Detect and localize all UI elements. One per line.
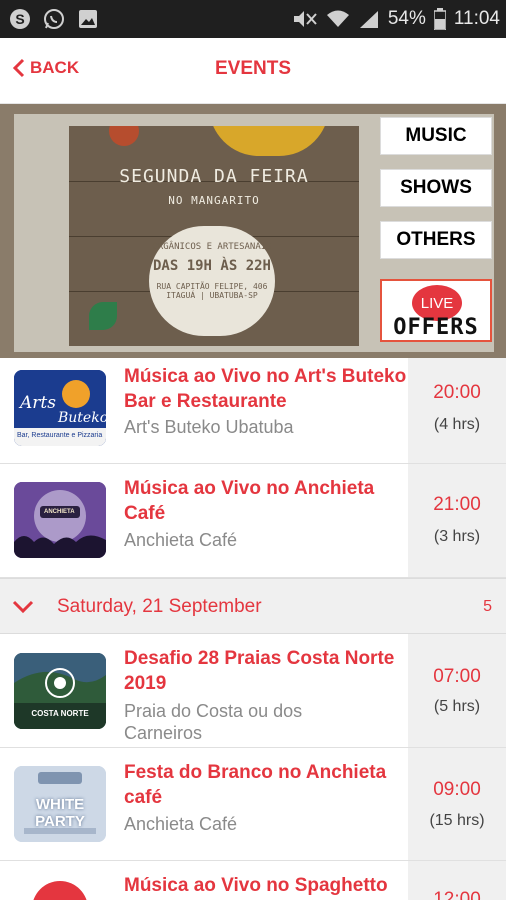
event-title: Música ao Vivo no Anchieta Café [124, 478, 375, 524]
event-row[interactable]: WHITE PARTY Festa do Branco no Anchieta … [0, 748, 506, 861]
event-duration: (4 hrs) [433, 416, 481, 433]
leaf-logo-icon [89, 302, 117, 330]
event-thumbnail: COSTA NORTE [14, 653, 106, 729]
event-title: Desafio 28 Praias Costa Norte 2019 [124, 648, 395, 694]
whatsapp-icon [42, 7, 66, 31]
svg-text:S: S [15, 11, 24, 27]
event-row[interactable]: COSTA NORTE Desafio 28 Praias Costa Nort… [0, 634, 506, 748]
event-thumbnail: WHITE PARTY [14, 766, 106, 842]
event-venue: Praia do Costa ou dos Carneiros [124, 701, 303, 743]
date-label: Saturday, 21 September [57, 596, 262, 617]
event-title: Música ao Vivo no Art's Buteko Bar e Res… [124, 366, 407, 412]
thumb-caption: Bar, Restaurante e Pizzaria [17, 432, 103, 439]
app-header: BACK EVENTS [0, 38, 506, 104]
event-row[interactable]: ANCHIETA Música ao Vivo no Anchieta Café… [0, 464, 506, 578]
sunflower-decoration [209, 126, 329, 156]
svg-text:Buteko: Buteko [57, 410, 106, 426]
battery-icon [433, 8, 446, 30]
event-venue: Anchieta Café [124, 814, 238, 834]
event-time: 21:00 [433, 494, 481, 515]
event-thumbnail: Arts Buteko Bar, Restaurante e Pizzaria [14, 370, 106, 446]
back-label: BACK [30, 58, 80, 77]
poster-subtitle: NO MANGARITO [168, 194, 260, 207]
event-time: 20:00 [433, 382, 481, 403]
event-duration: (5 hrs) [433, 698, 481, 715]
thumb-caption: WHITE PARTY [35, 796, 85, 830]
mute-icon [292, 8, 318, 30]
chevron-left-icon [12, 58, 25, 78]
event-time-column: 09:00 (15 hrs) [408, 748, 506, 860]
event-thumbnail [32, 881, 88, 900]
flower-decoration [109, 126, 139, 146]
thumb-caption: ANCHIETA [44, 509, 75, 515]
wifi-icon [326, 9, 350, 29]
battery-percent: 54% [387, 8, 426, 29]
event-time: 09:00 [433, 779, 481, 800]
poster-info-line1: ORGÂNICOS E ARTESANAIS [152, 242, 272, 252]
event-time-column: 21:00 (3 hrs) [408, 464, 506, 577]
svg-text:Arts: Arts [18, 393, 56, 413]
others-category-button[interactable]: OTHERS [380, 221, 492, 259]
skype-icon: S [8, 7, 32, 31]
event-row[interactable]: Arts Buteko Bar, Restaurante e Pizzaria … [0, 358, 506, 464]
event-time: 07:00 [433, 666, 481, 687]
event-time-column: 20:00 (4 hrs) [408, 358, 506, 463]
event-duration: (15 hrs) [429, 812, 485, 829]
event-time: 12:00 [433, 889, 481, 900]
event-row[interactable]: Música ao Vivo no Spaghetto 12:00 [0, 861, 506, 900]
gallery-icon [76, 7, 100, 31]
poster-info-circle: ORGÂNICOS E ARTESANAIS DAS 19H ÀS 22H RU… [149, 226, 275, 336]
event-thumbnail: ANCHIETA [14, 482, 106, 558]
poster-info-hours: DAS 19H ÀS 22H [152, 258, 271, 274]
event-duration: (3 hrs) [433, 528, 481, 545]
status-bar: S 54% 11:04 [0, 0, 506, 38]
thumb-caption: COSTA NORTE [31, 709, 89, 718]
shows-category-button[interactable]: SHOWS [380, 169, 492, 207]
clock: 11:04 [453, 8, 500, 29]
poster-title: SEGUNDA DA FEIRA [119, 166, 309, 187]
back-button[interactable]: BACK [12, 58, 79, 78]
date-group-header[interactable]: Saturday, 21 September 5 [0, 578, 506, 634]
event-venue: Anchieta Café [124, 530, 238, 550]
event-count-badge: 5 [483, 598, 492, 615]
event-banner: SEGUNDA DA FEIRA NO MANGARITO ORGÂNICOS … [0, 104, 506, 358]
event-title: Festa do Branco no Anchieta café [124, 762, 387, 808]
event-time-column: 12:00 [408, 861, 506, 900]
offers-label: OFFERS [393, 315, 479, 340]
chevron-down-icon [12, 600, 34, 614]
event-title: Música ao Vivo no Spaghetto [124, 875, 388, 896]
event-time-column: 07:00 (5 hrs) [408, 634, 506, 747]
signal-icon [358, 9, 380, 29]
poster-image: SEGUNDA DA FEIRA NO MANGARITO ORGÂNICOS … [69, 126, 359, 346]
poster-info-address: RUA CAPITÃO FELIPE, 406 ITAGUÁ | UBATUBA… [156, 282, 268, 300]
live-offers-button[interactable]: LIVE OFFERS [380, 279, 492, 342]
event-venue: Art's Buteko Ubatuba [124, 417, 294, 437]
music-category-button[interactable]: MUSIC [380, 117, 492, 155]
